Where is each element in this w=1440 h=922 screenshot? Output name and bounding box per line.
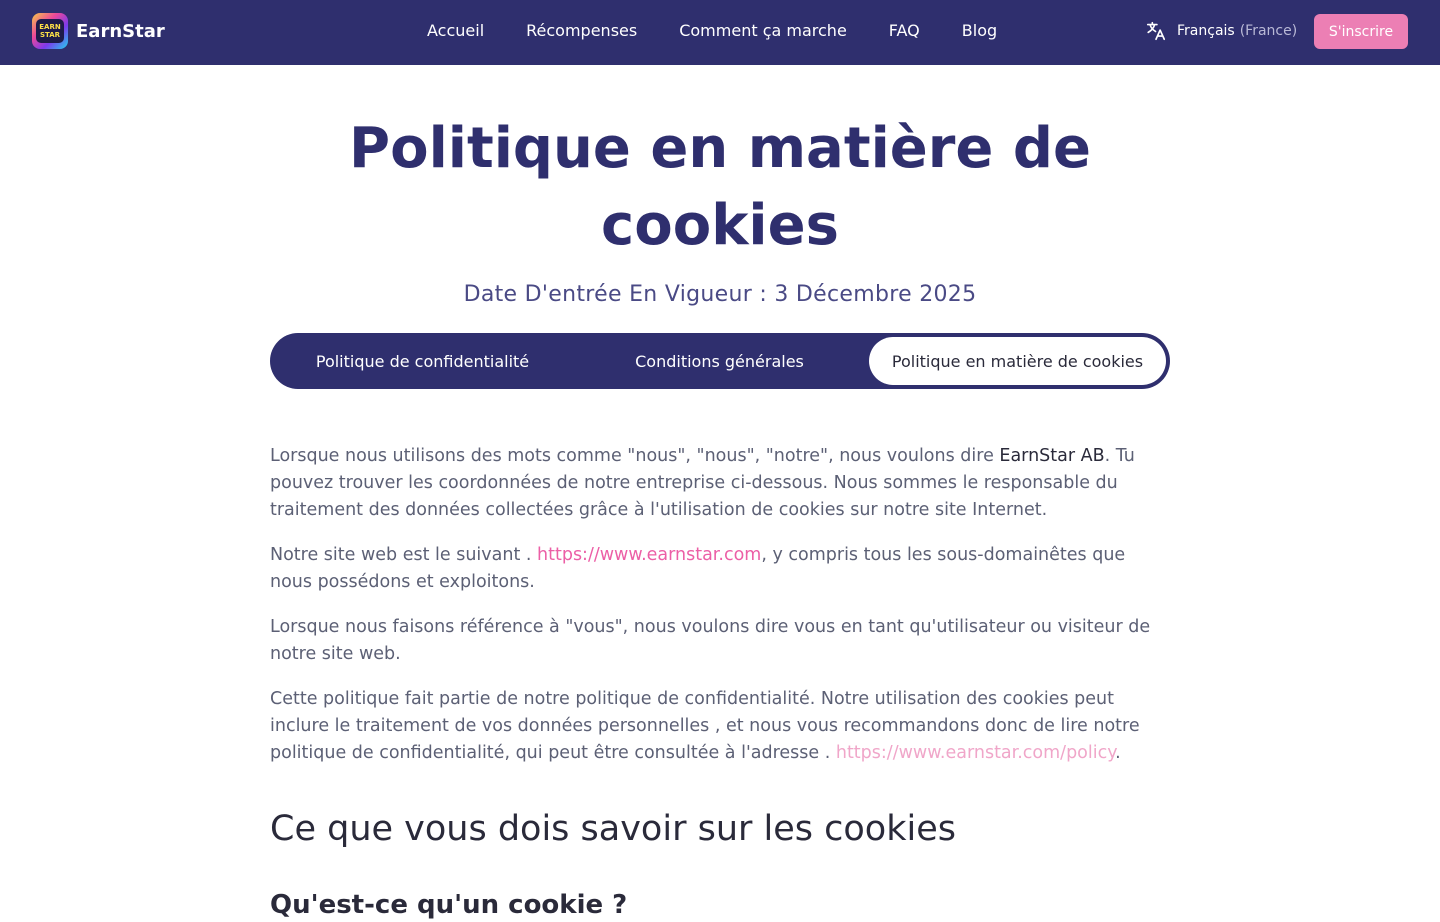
language-region: (France) <box>1239 23 1298 39</box>
section-heading: Ce que vous dois savoir sur les cookies <box>270 809 956 849</box>
logo-mark-text: EARN STAR <box>36 19 64 43</box>
subsection-heading: Qu'est-ce qu'un cookie ? <box>270 890 628 920</box>
logo-line-2: STAR <box>39 31 61 39</box>
nav-recompenses[interactable]: Récompenses <box>526 21 637 40</box>
translate-icon <box>1145 20 1167 42</box>
nav-faq[interactable]: FAQ <box>889 21 920 40</box>
nav-blog[interactable]: Blog <box>962 21 997 40</box>
intro-text: Lorsque nous utilisons des mots comme "n… <box>270 446 1000 466</box>
paragraph-privacy-ref: Cette politique fait partie de notre pol… <box>270 686 1170 767</box>
earnstar-logo-icon: EARN STAR <box>32 13 68 49</box>
tab-terms-conditions[interactable]: Conditions générales <box>571 337 868 385</box>
language-label: Français <box>1177 23 1235 39</box>
privacy-ref-end: . <box>1115 743 1121 763</box>
language-selector[interactable]: Français (France) <box>1145 20 1297 42</box>
tab-cookie-policy[interactable]: Politique en matière de cookies <box>869 337 1166 385</box>
company-name: EarnStar AB <box>999 446 1105 466</box>
paragraph-intro: Lorsque nous utilisons des mots comme "n… <box>270 443 1170 524</box>
paragraph-you: Lorsque nous faisons référence à "vous",… <box>270 617 1151 664</box>
website-link[interactable]: https://www.earnstar.com <box>537 545 761 565</box>
nav-comment-ca-marche[interactable]: Comment ça marche <box>679 21 847 40</box>
brand-name: EarnStar <box>76 20 165 42</box>
tab-privacy-policy[interactable]: Politique de confidentialité <box>274 337 571 385</box>
policy-tabs: Politique de confidentialité Conditions … <box>270 333 1170 389</box>
effective-date: Date D'entrée En Vigueur : 3 Décembre 20… <box>463 282 977 307</box>
privacy-policy-link[interactable]: https://www.earnstar.com/policy <box>836 743 1115 763</box>
signup-button[interactable]: S'inscrire <box>1314 14 1408 49</box>
page-title: Politique en matière de cookies <box>349 116 1091 258</box>
main-nav: Accueil Récompenses Comment ça marche FA… <box>406 0 1018 65</box>
website-text: Notre site web est le suivant . <box>270 545 538 565</box>
top-header: EARN STAR EarnStar Accueil Récompenses C… <box>0 0 1440 65</box>
paragraph-website: Notre site web est le suivant . https://… <box>270 542 1170 596</box>
logo-line-1: EARN <box>39 23 61 31</box>
policy-body: Lorsque nous utilisons des mots comme "n… <box>270 443 1170 785</box>
nav-accueil[interactable]: Accueil <box>427 21 484 40</box>
brand-logo[interactable]: EARN STAR EarnStar <box>32 13 165 49</box>
